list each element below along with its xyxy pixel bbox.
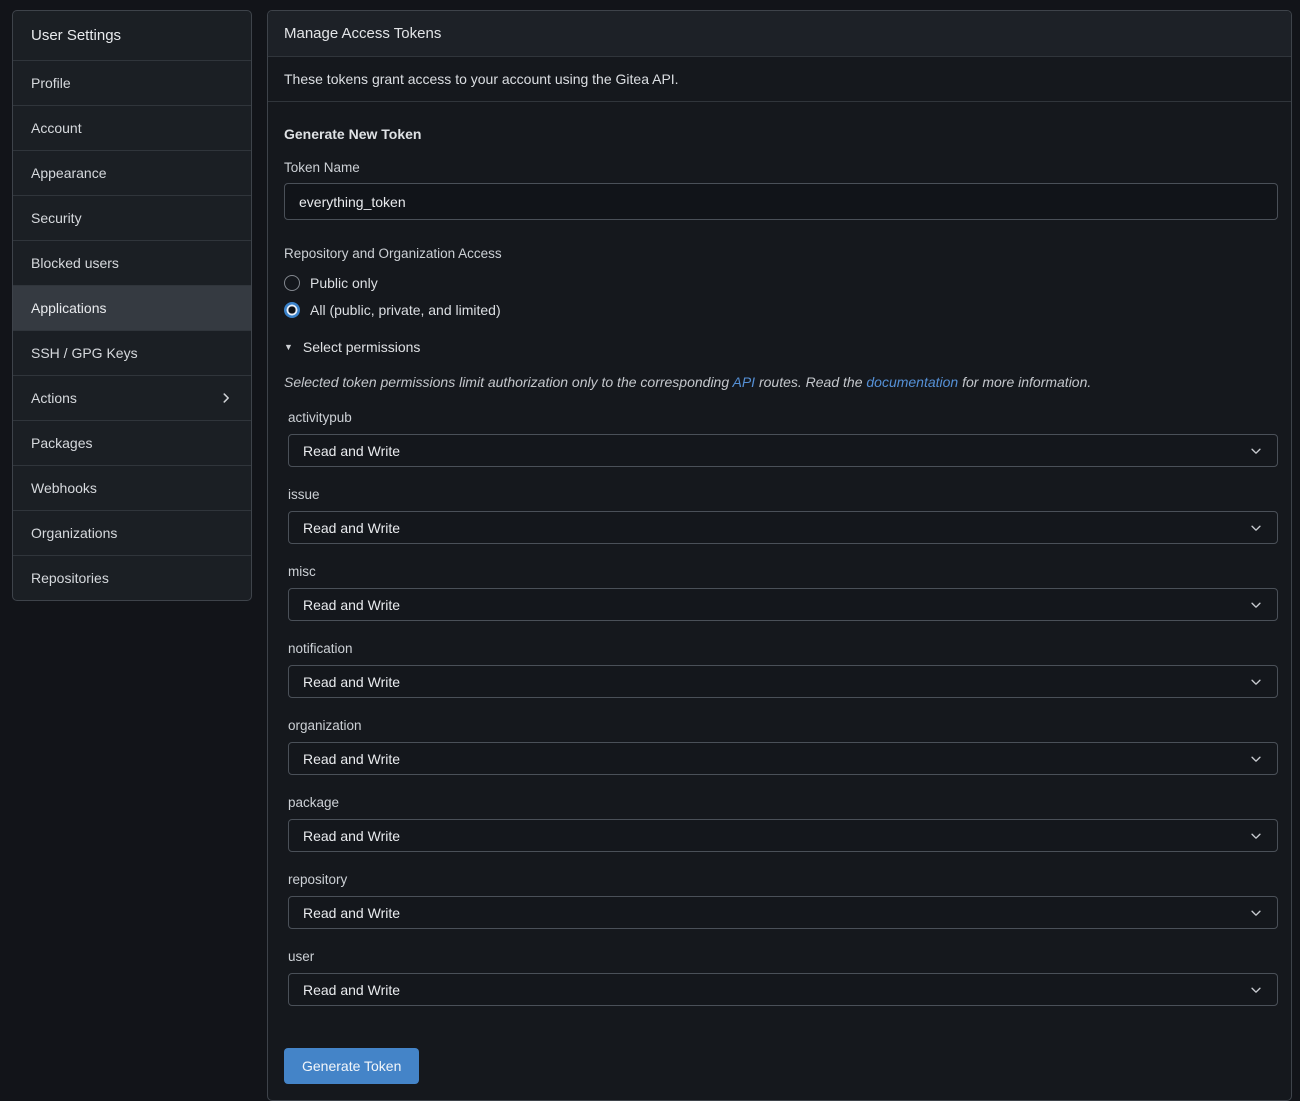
select-value: Read and Write	[303, 520, 400, 536]
permission-group: misc Read and Write	[288, 564, 1275, 621]
select-permissions-toggle[interactable]: ▼ Select permissions	[284, 339, 1275, 355]
sidebar-item-security[interactable]: Security	[13, 195, 251, 240]
select-value: Read and Write	[303, 443, 400, 459]
sidebar-item-label: Account	[31, 120, 82, 136]
permission-scope-label: issue	[288, 487, 1275, 502]
chevron-right-icon	[219, 391, 233, 405]
permission-select-package[interactable]: Read and Write	[288, 819, 1278, 852]
select-permissions-label: Select permissions	[303, 339, 421, 355]
panel-title: Manage Access Tokens	[268, 11, 1291, 56]
sidebar-item-actions[interactable]: Actions	[13, 375, 251, 420]
permission-group: organization Read and Write	[288, 718, 1275, 775]
chevron-down-icon	[1249, 675, 1263, 689]
generate-token-button[interactable]: Generate Token	[284, 1048, 419, 1084]
permission-group: activitypub Read and Write	[288, 410, 1275, 467]
permission-group: repository Read and Write	[288, 872, 1275, 929]
sidebar-item-webhooks[interactable]: Webhooks	[13, 465, 251, 510]
sidebar-item-account[interactable]: Account	[13, 105, 251, 150]
permission-scope-label: activitypub	[288, 410, 1275, 425]
chevron-down-icon	[1249, 598, 1263, 612]
sidebar-item-label: Blocked users	[31, 255, 119, 271]
chevron-down-icon	[1249, 752, 1263, 766]
permission-select-organization[interactable]: Read and Write	[288, 742, 1278, 775]
api-link[interactable]: API	[733, 374, 756, 390]
permission-select-activitypub[interactable]: Read and Write	[288, 434, 1278, 467]
permission-group: notification Read and Write	[288, 641, 1275, 698]
permission-select-misc[interactable]: Read and Write	[288, 588, 1278, 621]
sidebar-item-blocked-users[interactable]: Blocked users	[13, 240, 251, 285]
permission-scope-label: repository	[288, 872, 1275, 887]
sidebar-item-label: Organizations	[31, 525, 117, 541]
permission-scope-label: organization	[288, 718, 1275, 733]
select-value: Read and Write	[303, 905, 400, 921]
radio-public-only[interactable]: Public only	[284, 273, 1275, 293]
token-name-label: Token Name	[284, 160, 1275, 175]
chevron-down-icon	[1249, 444, 1263, 458]
sidebar-nav: Profile Account Appearance Security Bloc…	[13, 60, 251, 600]
sidebar-item-label: Repositories	[31, 570, 109, 586]
sidebar-item-label: Security	[31, 210, 82, 226]
note-text: for more information.	[958, 374, 1091, 390]
note-text: Selected token permissions limit authori…	[284, 374, 733, 390]
triangle-down-icon: ▼	[284, 342, 293, 352]
sidebar-item-label: Actions	[31, 390, 77, 406]
permission-select-notification[interactable]: Read and Write	[288, 665, 1278, 698]
select-value: Read and Write	[303, 597, 400, 613]
permission-scope-label: notification	[288, 641, 1275, 656]
repo-org-access-label: Repository and Organization Access	[284, 246, 1275, 261]
chevron-down-icon	[1249, 829, 1263, 843]
generate-new-token-heading: Generate New Token	[284, 126, 1275, 142]
permission-group: user Read and Write	[288, 949, 1275, 1006]
permission-group: package Read and Write	[288, 795, 1275, 852]
sidebar-item-label: Packages	[31, 435, 92, 451]
panel-description: These tokens grant access to your accoun…	[268, 56, 1291, 101]
radio-all-access[interactable]: All (public, private, and limited)	[284, 300, 1275, 320]
sidebar-item-organizations[interactable]: Organizations	[13, 510, 251, 555]
sidebar-item-appearance[interactable]: Appearance	[13, 150, 251, 195]
sidebar-item-repositories[interactable]: Repositories	[13, 555, 251, 600]
radio-icon	[284, 302, 300, 318]
sidebar-item-label: Appearance	[31, 165, 107, 181]
permission-select-repository[interactable]: Read and Write	[288, 896, 1278, 929]
permissions-note: Selected token permissions limit authori…	[284, 374, 1275, 390]
manage-access-tokens-panel: Manage Access Tokens These tokens grant …	[267, 10, 1292, 1101]
permission-select-user[interactable]: Read and Write	[288, 973, 1278, 1006]
permission-scope-label: package	[288, 795, 1275, 810]
permission-scope-label: misc	[288, 564, 1275, 579]
sidebar-item-applications[interactable]: Applications	[13, 285, 251, 330]
chevron-down-icon	[1249, 906, 1263, 920]
select-value: Read and Write	[303, 828, 400, 844]
select-value: Read and Write	[303, 751, 400, 767]
sidebar-item-packages[interactable]: Packages	[13, 420, 251, 465]
select-value: Read and Write	[303, 674, 400, 690]
sidebar-item-profile[interactable]: Profile	[13, 60, 251, 105]
permission-groups: activitypub Read and Write issue Read an…	[284, 410, 1275, 1006]
note-text: routes. Read the	[755, 374, 866, 390]
token-name-input[interactable]	[284, 183, 1278, 220]
radio-label: All (public, private, and limited)	[310, 302, 501, 318]
settings-sidebar: User Settings Profile Account Appearance…	[12, 10, 252, 601]
sidebar-item-label: Webhooks	[31, 480, 97, 496]
chevron-down-icon	[1249, 983, 1263, 997]
sidebar-item-ssh-gpg-keys[interactable]: SSH / GPG Keys	[13, 330, 251, 375]
documentation-link[interactable]: documentation	[866, 374, 958, 390]
select-permissions-details: ▼ Select permissions Selected token perm…	[284, 339, 1275, 1006]
generate-token-form: Generate New Token Token Name Repository…	[268, 101, 1291, 1100]
sidebar-item-label: SSH / GPG Keys	[31, 345, 138, 361]
sidebar-item-label: Applications	[31, 300, 107, 316]
chevron-down-icon	[1249, 521, 1263, 535]
permission-group: issue Read and Write	[288, 487, 1275, 544]
permission-select-issue[interactable]: Read and Write	[288, 511, 1278, 544]
sidebar-item-label: Profile	[31, 75, 71, 91]
select-value: Read and Write	[303, 982, 400, 998]
radio-label: Public only	[310, 275, 378, 291]
radio-icon	[284, 275, 300, 291]
permission-scope-label: user	[288, 949, 1275, 964]
sidebar-title: User Settings	[13, 11, 251, 60]
